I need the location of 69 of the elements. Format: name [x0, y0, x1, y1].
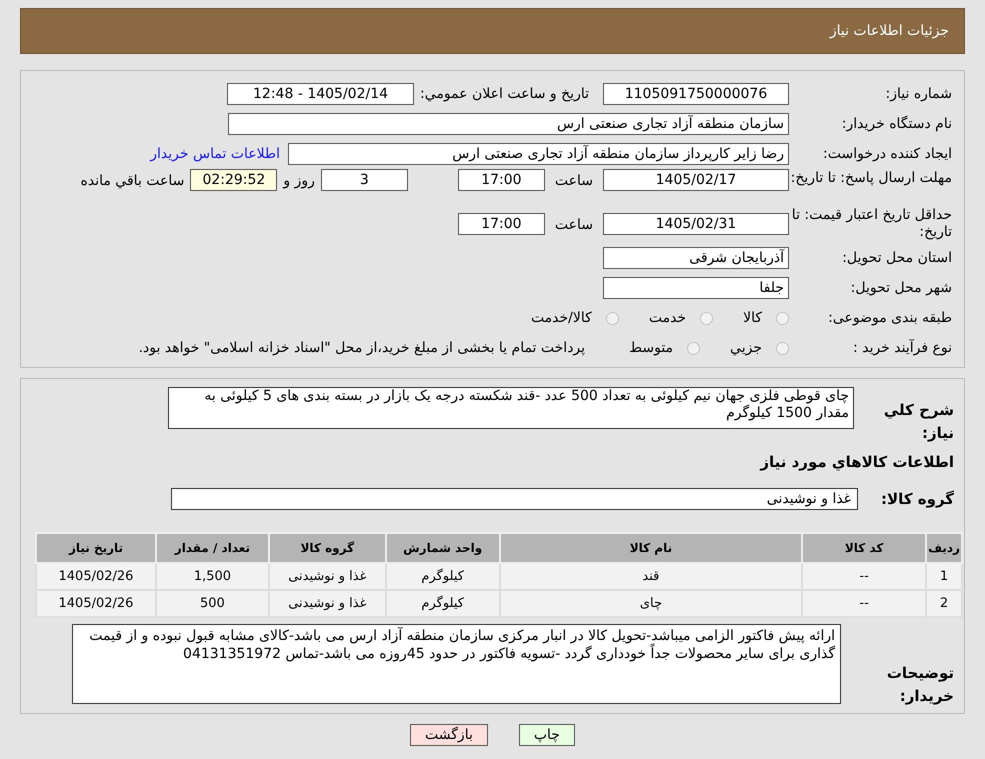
table-cell: غذا و نوشیدنی	[268, 590, 386, 617]
table-cell: 1405/02/26	[36, 563, 156, 590]
table-cell: --	[802, 563, 926, 590]
text-field[interactable]: 1405/02/31	[603, 213, 789, 235]
text-field[interactable]: 02:29:52	[190, 169, 278, 191]
column-header: گروه کالا	[268, 533, 386, 563]
field-label: نوع فرآیند خرید :	[852, 340, 953, 356]
field-label: گروه کالا:	[880, 488, 955, 510]
table-cell: چای	[500, 590, 802, 617]
field-label: ساعت	[554, 216, 593, 235]
radio-label: متوسط	[629, 338, 674, 358]
page-title: جزئیات اطلاعات نیاز	[830, 22, 949, 40]
column-header: تعداد / مقدار	[156, 533, 269, 563]
table-cell: --	[802, 590, 926, 617]
print-button[interactable]: چاپ	[518, 724, 575, 746]
radio-button[interactable]	[606, 312, 619, 324]
section-heading: اطلاعات کالاهاي مورد نیاز	[758, 452, 955, 473]
radio-button[interactable]	[776, 312, 789, 324]
text-field[interactable]: غذا و نوشیدنی	[171, 488, 858, 510]
radio-label: جزیي	[730, 338, 762, 358]
text-area[interactable]: ارائه پیش فاکتور الزامی میباشد-تحویل کالا در انبار مرکزی سازمان منطقه آزاد ارس می باشد-کالای مشابه قبول نبوده و از قیمت گذاری برای سایر محصولات جداً خودداری گردد -تسویه فاکتور در حدود 45روزه می باشد-تماس 04131351972	[72, 624, 841, 704]
column-header: تاریخ نیاز	[36, 533, 156, 563]
column-header: واحد شمارش	[386, 533, 500, 563]
radio-label: کالا	[743, 308, 762, 328]
purchase-note: پرداخت تمام یا بخشی از مبلغ خرید،از محل "اسناد خزانه اسلامی" خواهد بود.	[138, 338, 586, 358]
table-cell: 1405/02/26	[36, 590, 156, 617]
field-label: ایجاد کننده درخواست:	[822, 146, 953, 162]
text-field[interactable]: 1405/02/14 - 12:48	[227, 83, 414, 105]
buyer-contact-link[interactable]: اطلاعات تماس خریدار	[150, 144, 280, 164]
field-label: ساعت باقي مانده	[80, 172, 184, 191]
field-label: ساعت	[554, 172, 593, 191]
text-field[interactable]: 1105091750000076	[603, 83, 789, 105]
table-cell: قند	[500, 563, 802, 590]
field-label: طبقه بندی موضوعی:	[827, 310, 953, 326]
table-cell: 1,500	[156, 563, 269, 590]
field-label: استان محل تحویل:	[841, 250, 953, 266]
field-label: نام دستگاه خریدار:	[840, 116, 953, 132]
column-header: ردیف	[926, 533, 962, 563]
text-field[interactable]: 17:00	[458, 213, 545, 235]
text-field[interactable]: سازمان منطقه آزاد تجاری صنعتی ارس	[228, 113, 789, 135]
text-field[interactable]: رضا زایر کارپرداز سازمان منطقه آزاد تجاری صنعتی ارس	[288, 143, 789, 165]
field-label: شماره نیاز:	[884, 86, 953, 102]
field-label: تاریخ و ساعت اعلان عمومي:	[420, 84, 589, 104]
field-label: توضیحات خریدار:	[886, 663, 955, 707]
field-label: روز و	[283, 172, 315, 191]
field-label: حداقل تاریخ اعتبار قیمت: تا تاریخ:	[790, 207, 953, 241]
table-cell: 2	[926, 590, 962, 617]
radio-button[interactable]	[776, 342, 789, 354]
text-area[interactable]: چای قوطی فلزی جهان نیم کیلوئی به تعداد 500 عدد -قند شکسته درجه یک بازار در بسته بندی های 5 کیلوئی به مقدار 1500 کیلوگرم	[168, 387, 854, 429]
text-field[interactable]: 1405/02/17	[603, 169, 789, 191]
table-cell: 500	[156, 590, 269, 617]
radio-button[interactable]	[700, 312, 714, 324]
back-button[interactable]: بازگشت	[410, 724, 488, 746]
field-label: شهر محل تحویل:	[850, 280, 953, 296]
text-field[interactable]: جلفا	[603, 277, 789, 299]
text-field[interactable]: 3	[320, 169, 408, 191]
field-label: شرح کلي نیاز:	[882, 400, 955, 444]
column-header: کد کالا	[802, 533, 926, 563]
table-cell: غذا و نوشیدنی	[268, 563, 386, 590]
radio-label: خدمت	[648, 308, 686, 328]
table-cell: کیلوگرم	[386, 590, 500, 617]
radio-button[interactable]	[687, 342, 700, 354]
radio-label: کالا/خدمت	[530, 308, 592, 328]
field-label: مهلت ارسال پاسخ: تا تاریخ:	[790, 169, 953, 187]
text-field[interactable]: 17:00	[458, 169, 545, 191]
table-cell: کیلوگرم	[386, 563, 500, 590]
table-cell: 1	[926, 563, 962, 590]
text-field[interactable]: آذربایجان شرقی	[603, 247, 789, 269]
column-header: نام کالا	[500, 533, 802, 563]
